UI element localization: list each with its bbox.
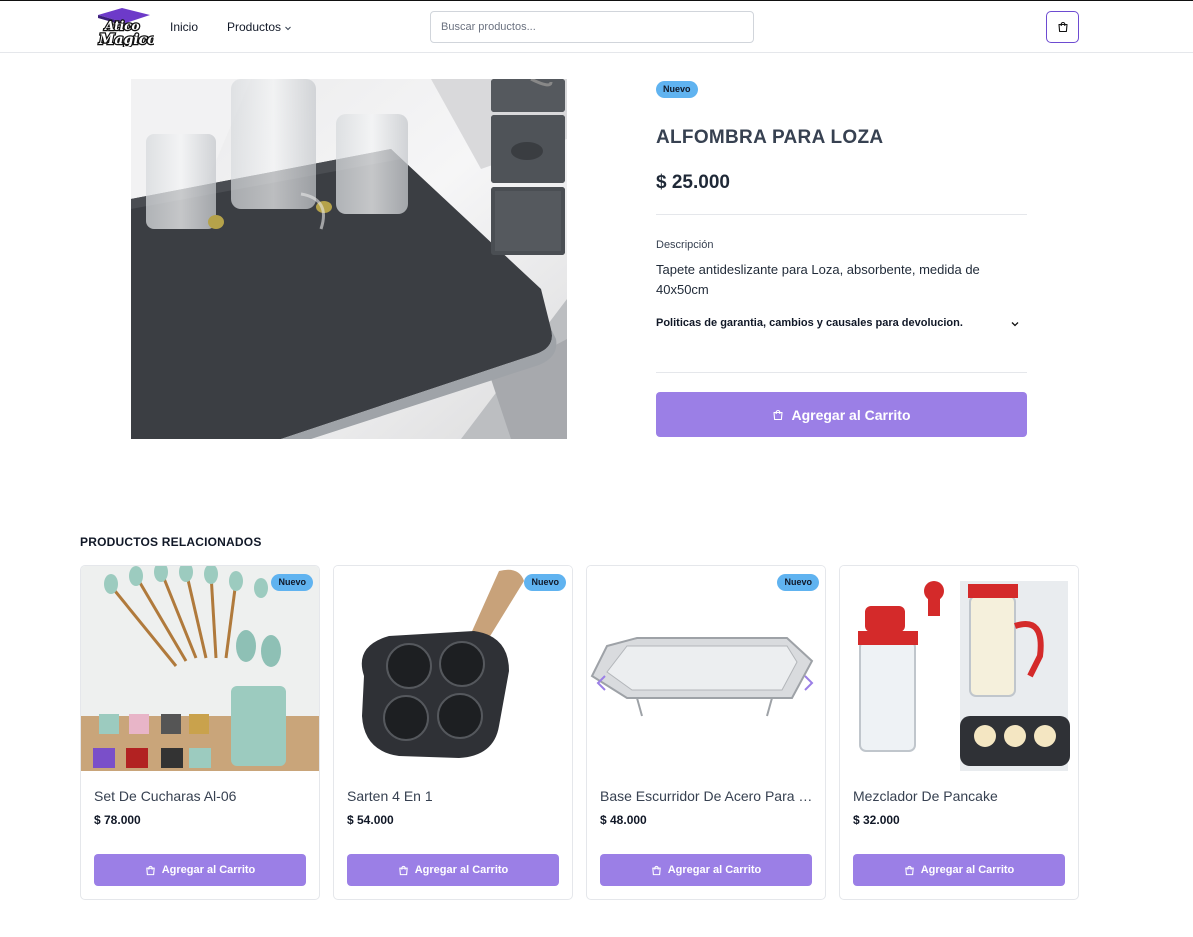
product-card-name[interactable]: Set De Cucharas Al-06 xyxy=(94,788,308,804)
product-card-image[interactable] xyxy=(587,566,825,771)
shopping-bag-icon xyxy=(773,409,784,420)
cart-button[interactable] xyxy=(1046,11,1079,43)
product-card-image[interactable] xyxy=(840,566,1078,771)
product-card-price: $ 54.000 xyxy=(347,813,394,827)
product-thumbnail[interactable] xyxy=(491,79,565,112)
related-products-title: PRODUCTOS RELACIONADOS xyxy=(80,535,262,549)
nav-productos-label: Productos xyxy=(227,20,282,34)
logo-text-bottom: Magico xyxy=(98,32,154,47)
logo-icon: Atico Magico xyxy=(97,8,158,49)
product-card[interactable]: Nuevo Base Escurridor De Acero Para Plat… xyxy=(586,565,826,900)
add-to-cart-label: Agregar al Carrito xyxy=(920,864,1015,876)
divider xyxy=(656,214,1027,215)
product-card-name[interactable]: Sarten 4 En 1 xyxy=(347,788,561,804)
chevron-down-icon xyxy=(284,21,292,35)
new-badge: Nuevo xyxy=(777,574,819,591)
product-card-image[interactable] xyxy=(334,566,572,771)
product-card-image[interactable] xyxy=(81,566,319,771)
logo-text-top: Atico xyxy=(104,19,140,33)
add-to-cart-button[interactable]: Agregar al Carrito xyxy=(347,854,559,886)
shopping-bag-icon xyxy=(904,865,914,875)
divider xyxy=(656,372,1027,373)
new-badge: Nuevo xyxy=(656,81,698,98)
logo[interactable]: Atico Magico xyxy=(96,7,158,49)
nav-inicio[interactable]: Inicio xyxy=(170,20,198,34)
add-to-cart-label: Agregar al Carrito xyxy=(414,864,509,876)
add-to-cart-button[interactable]: Agregar al Carrito xyxy=(853,854,1065,886)
policy-label: Politicas de garantia, cambios y causale… xyxy=(656,317,963,329)
new-badge: Nuevo xyxy=(524,574,566,591)
add-to-cart-button[interactable]: Agregar al Carrito xyxy=(600,854,812,886)
product-card-price: $ 48.000 xyxy=(600,813,647,827)
policy-accordion[interactable]: Politicas de garantia, cambios y causale… xyxy=(656,317,1020,329)
nav-productos[interactable]: Productos xyxy=(227,20,292,35)
add-to-cart-label: Agregar al Carrito xyxy=(667,864,762,876)
description-label: Descripción xyxy=(656,239,714,251)
product-title: ALFOMBRA PARA LOZA xyxy=(656,127,884,148)
add-to-cart-button[interactable]: Agregar al Carrito xyxy=(656,392,1027,437)
product-card[interactable]: Nuevo Sarten 4 En 1 $ 54.000 Agregar al … xyxy=(333,565,573,900)
product-card[interactable]: Mezclador De Pancake $ 32.000 Agregar al… xyxy=(839,565,1079,900)
site-header: Atico Magico Inicio Productos xyxy=(0,1,1193,53)
product-thumbnail[interactable] xyxy=(491,115,565,183)
description-text: Tapete antideslizante para Loza, absorbe… xyxy=(656,262,980,297)
product-price: $ 25.000 xyxy=(656,172,730,193)
product-card-name[interactable]: Mezclador De Pancake xyxy=(853,788,1067,804)
add-to-cart-label: Agregar al Carrito xyxy=(791,406,911,423)
product-thumbnail[interactable] xyxy=(491,187,565,255)
add-to-cart-label: Agregar al Carrito xyxy=(161,864,256,876)
search-input[interactable] xyxy=(430,11,754,43)
product-card-name[interactable]: Base Escurridor De Acero Para Platos xyxy=(600,788,814,804)
shopping-bag-icon xyxy=(651,865,661,875)
product-card[interactable]: Nuevo Set De Cucharas Al-06 $ 78.000 Agr… xyxy=(80,565,320,900)
product-card-price: $ 78.000 xyxy=(94,813,141,827)
carousel-prev-icon[interactable] xyxy=(595,674,609,697)
chevron-down-icon xyxy=(1010,319,1020,332)
product-card-price: $ 32.000 xyxy=(853,813,900,827)
shopping-bag-icon xyxy=(1057,21,1068,33)
carousel-next-icon[interactable] xyxy=(801,674,815,697)
shopping-bag-icon xyxy=(398,865,408,875)
new-badge: Nuevo xyxy=(271,574,313,591)
shopping-bag-icon xyxy=(145,865,155,875)
add-to-cart-button[interactable]: Agregar al Carrito xyxy=(94,854,306,886)
